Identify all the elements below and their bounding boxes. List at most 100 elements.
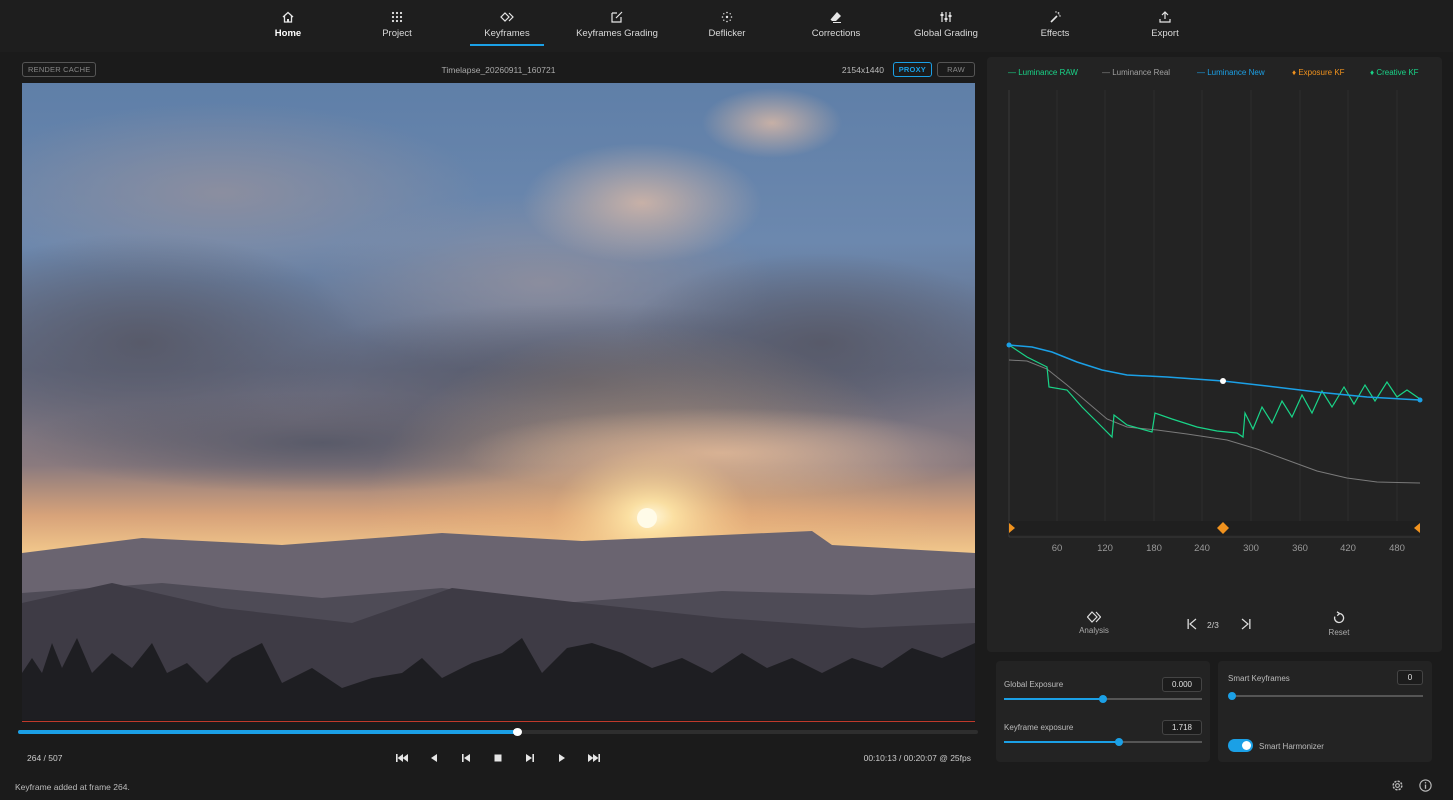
- stop-icon: [494, 754, 502, 762]
- sliders-icon: [940, 12, 952, 22]
- next-frame-icon: [526, 754, 534, 762]
- slider-fill: [1004, 741, 1119, 743]
- skip-start-icon: [396, 754, 408, 762]
- nav-keyframes-grading-label: Keyframes Grading: [576, 28, 658, 39]
- nav-effects-label: Effects: [1040, 28, 1070, 39]
- home-icon: [282, 11, 294, 23]
- smart-keyframes-card: Smart Keyframes 0 Smart Harmonizer: [1218, 661, 1432, 762]
- x-tick-label: 60: [1052, 543, 1063, 554]
- x-tick-label: 300: [1243, 543, 1259, 554]
- eraser-icon: [830, 12, 841, 23]
- sparkle-icon: [721, 11, 733, 23]
- slider-knob[interactable]: [1228, 692, 1236, 700]
- skip-end-button[interactable]: [584, 748, 604, 768]
- edit-icon: [611, 11, 623, 23]
- x-tick-label: 240: [1194, 543, 1210, 554]
- curve-point-end[interactable]: [1417, 397, 1423, 403]
- timeline-scrubber[interactable]: [18, 728, 978, 736]
- keyframe-navigator: 2/3: [1185, 617, 1255, 631]
- preview-image[interactable]: [22, 83, 975, 720]
- magic-wand-icon: [1050, 11, 1061, 23]
- nav-corrections[interactable]: Corrections: [781, 10, 891, 44]
- smart-keyframes-slider[interactable]: [1228, 692, 1423, 700]
- reset-button[interactable]: Reset: [1322, 611, 1356, 639]
- nav-project-label: Project: [382, 28, 412, 39]
- nav-export-label: Export: [1151, 28, 1179, 39]
- reset-icon: [1333, 611, 1345, 624]
- analysis-icon: [1087, 611, 1101, 623]
- skip-start-button[interactable]: [392, 748, 412, 768]
- nav-deflicker-label: Deflicker: [708, 28, 746, 39]
- nav-keyframes-label: Keyframes: [484, 28, 530, 39]
- next-frame-button[interactable]: [520, 748, 540, 768]
- keyframe-exposure-label: Keyframe exposure: [1004, 723, 1074, 732]
- info-icon[interactable]: [1418, 778, 1433, 793]
- luminance-real-line: [1008, 359, 1421, 484]
- nav-keyframes-grading[interactable]: Keyframes Grading: [562, 10, 672, 44]
- previous-keyframe-icon[interactable]: [1185, 617, 1199, 631]
- keyframe-icon: [500, 12, 514, 22]
- x-tick-label: 180: [1146, 543, 1162, 554]
- timeline-progress: [18, 730, 518, 734]
- x-tick-labels: 60 120 180 240 300 360 420 480: [1052, 543, 1405, 554]
- nav-export[interactable]: Export: [1110, 10, 1220, 44]
- luminance-new-line: [1008, 344, 1421, 401]
- nav-corrections-label: Corrections: [811, 28, 861, 39]
- timecode: 00:10:13 / 00:20:07 @ 25fps: [863, 753, 971, 763]
- nav-global-grading[interactable]: Global Grading: [891, 10, 1001, 44]
- timeline-playhead[interactable]: [513, 728, 523, 736]
- step-back-button[interactable]: [424, 748, 444, 768]
- prev-frame-icon: [462, 754, 470, 762]
- clip-name: Timelapse_20260911_160721: [441, 65, 556, 75]
- slider-knob[interactable]: [1099, 695, 1107, 703]
- luminance-graph-panel: — Luminance RAW — Luminance Real — Lumin…: [987, 57, 1442, 652]
- gear-icon[interactable]: [1390, 778, 1405, 793]
- nav-deflicker[interactable]: Deflicker: [672, 10, 782, 44]
- x-tick-label: 120: [1097, 543, 1113, 554]
- global-exposure-slider[interactable]: [1004, 695, 1202, 703]
- analysis-label: Analysis: [1079, 626, 1109, 635]
- sunset-landscape-image: [22, 83, 975, 720]
- nav-global-grading-label: Global Grading: [914, 28, 978, 39]
- global-exposure-input[interactable]: 0.000: [1162, 677, 1202, 692]
- prev-frame-button[interactable]: [456, 748, 476, 768]
- nav-home[interactable]: Home: [233, 10, 343, 44]
- keyframe-position: 2/3: [1207, 620, 1219, 630]
- luminance-chart[interactable]: 60 120 180 240 300 360 420 480: [987, 57, 1442, 577]
- slider-knob[interactable]: [1114, 738, 1123, 746]
- curve-point-start[interactable]: [1006, 342, 1012, 348]
- raw-toggle[interactable]: RAW: [937, 62, 975, 77]
- nav-project[interactable]: Project: [342, 10, 452, 44]
- nav-home-label: Home: [274, 28, 302, 39]
- stop-button[interactable]: [488, 748, 508, 768]
- x-tick-label: 420: [1340, 543, 1356, 554]
- grid-icon: [391, 11, 403, 23]
- nav-keyframes[interactable]: Keyframes: [452, 10, 562, 46]
- active-tab-indicator: [470, 44, 544, 46]
- smart-keyframes-input[interactable]: 0: [1397, 670, 1423, 685]
- skip-end-icon: [588, 754, 600, 762]
- status-message: Keyframe added at frame 264.: [15, 782, 130, 792]
- smart-keyframes-label: Smart Keyframes: [1228, 674, 1290, 683]
- keyframe-exposure-input[interactable]: 1.718: [1162, 720, 1202, 735]
- viewer-header: RENDER CACHE Timelapse_20260911_160721 2…: [22, 62, 975, 78]
- x-tick-label: 480: [1389, 543, 1405, 554]
- cache-range-line: [22, 721, 975, 722]
- frame-counter: 264 / 507: [27, 753, 63, 763]
- nav-effects[interactable]: Effects: [1000, 10, 1110, 44]
- proxy-toggle[interactable]: PROXY: [892, 62, 932, 77]
- smart-harmonizer-label: Smart Harmonizer: [1259, 742, 1324, 751]
- smart-harmonizer-toggle[interactable]: [1228, 739, 1253, 752]
- toggle-knob: [1242, 741, 1251, 750]
- resolution-label: 2154x1440: [841, 65, 884, 75]
- grid-lines: [1056, 90, 1398, 522]
- step-back-icon: [431, 754, 437, 762]
- slider-fill: [1004, 698, 1103, 700]
- curve-point-selected[interactable]: [1220, 378, 1226, 384]
- keyframe-exposure-slider[interactable]: [1004, 738, 1202, 746]
- analysis-button[interactable]: Analysis: [1074, 611, 1114, 639]
- play-button[interactable]: [552, 748, 572, 768]
- reset-label: Reset: [1328, 628, 1350, 637]
- top-nav: Home Project Keyframes Keyframes Grading…: [0, 0, 1453, 52]
- next-keyframe-icon[interactable]: [1239, 617, 1253, 631]
